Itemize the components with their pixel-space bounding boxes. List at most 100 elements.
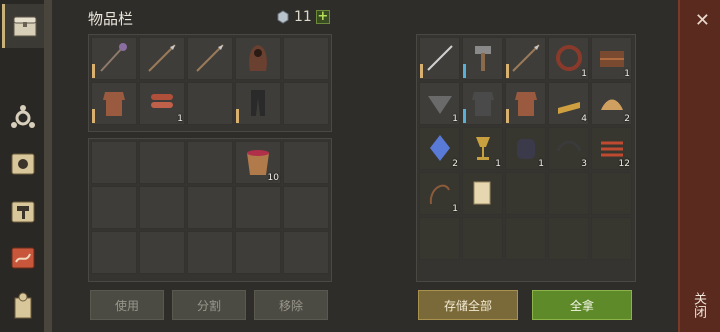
inventory-slot-ribs[interactable]: 12 [591, 127, 632, 170]
tab-chest[interactable] [2, 4, 44, 48]
currency-count: 11 [294, 9, 312, 25]
sword-icon [427, 45, 453, 71]
empty-slot[interactable] [283, 231, 329, 274]
inventory-slot-goblet[interactable]: 1 [462, 127, 503, 170]
empty-slot[interactable] [187, 231, 233, 274]
remove-button[interactable]: 移除 [254, 290, 328, 320]
add-currency-button[interactable]: + [315, 10, 330, 24]
inventory-slot-chest-trap[interactable]: 1 [591, 37, 632, 80]
take-all-button[interactable]: 全拿 [532, 290, 632, 320]
empty-slot[interactable] [591, 217, 632, 260]
empty-slot[interactable] [139, 186, 185, 229]
inventory-slot-crossbow[interactable]: 1 [419, 82, 460, 125]
inventory-slot-leather-armor[interactable] [91, 82, 137, 125]
split-button[interactable]: 分割 [172, 290, 246, 320]
empty-slot[interactable] [548, 172, 589, 215]
empty-slot[interactable] [187, 186, 233, 229]
spear-icon [196, 44, 224, 72]
close-icon[interactable]: ✕ [695, 10, 710, 31]
empty-slot[interactable] [91, 186, 137, 229]
empty-slot[interactable] [548, 217, 589, 260]
durability-bar [92, 109, 95, 123]
inventory-slot-hammer[interactable] [462, 37, 503, 80]
inventory-slot-bucket[interactable]: 10 [235, 141, 281, 184]
tab-knowledge[interactable] [2, 142, 44, 186]
durability-bar [506, 109, 509, 123]
use-button[interactable]: 使用 [90, 290, 164, 320]
inventory-slot-rope[interactable]: 3 [548, 127, 589, 170]
item-quantity: 1 [177, 114, 183, 124]
inventory-storage-panel: 10 [88, 138, 332, 282]
close-label: 关闭 [691, 292, 706, 318]
leather-pants-icon [251, 90, 265, 116]
coin-icon [277, 10, 289, 24]
store-all-button[interactable]: 存储全部 [418, 290, 518, 320]
sun-book-icon [11, 153, 35, 175]
tab-map[interactable] [2, 236, 44, 280]
inventory-title: 物品栏 [88, 10, 134, 28]
empty-slot[interactable] [419, 217, 460, 260]
inventory-screen: 物品栏 11 + 1 10 使用 分割 移除 1 1 1 4 2 2 1 1 3 12 1 存储全部… [0, 0, 720, 332]
empty-slot[interactable] [283, 37, 329, 80]
empty-slot[interactable] [283, 82, 329, 125]
item-quantity: 2 [624, 114, 630, 124]
building-icon [14, 292, 32, 319]
chainmail-icon [472, 92, 494, 116]
tab-building[interactable] [2, 190, 44, 234]
currency-counter: 11 + [276, 9, 330, 25]
empty-slot[interactable] [139, 141, 185, 184]
item-quantity: 10 [267, 173, 279, 183]
chest-grid: 1 1 1 4 2 2 1 1 3 12 1 [419, 37, 632, 260]
leather-strips-icon [151, 94, 173, 108]
inventory-slot-leather-pants[interactable] [235, 82, 281, 125]
inventory-slot-mace[interactable] [91, 37, 137, 80]
inventory-slot-whip[interactable]: 1 [419, 172, 460, 215]
tab-crafting[interactable] [2, 96, 44, 140]
empty-slot[interactable] [235, 231, 281, 274]
empty-slot[interactable] [91, 231, 137, 274]
inventory-slot-bar[interactable]: 4 [548, 82, 589, 125]
empty-slot[interactable] [91, 141, 137, 184]
empty-slot[interactable] [591, 172, 632, 215]
inventory-slot-crystal[interactable]: 2 [419, 127, 460, 170]
inventory-slot-scroll[interactable] [462, 172, 503, 215]
empty-slot[interactable] [139, 231, 185, 274]
spear-icon [512, 44, 540, 72]
empty-slot[interactable] [283, 141, 329, 184]
inventory-slot-herb[interactable]: 2 [591, 82, 632, 125]
hammer-map-icon [11, 201, 35, 223]
durability-bar [463, 109, 466, 123]
inventory-grid: 1 [91, 37, 329, 125]
inventory-slot-hooded-cloak[interactable] [235, 37, 281, 80]
scroll-icon [473, 181, 491, 205]
inventory-slot-leather-strips[interactable]: 1 [139, 82, 185, 125]
empty-slot[interactable] [462, 217, 503, 260]
inventory-slot-chainmail[interactable] [462, 82, 503, 125]
scroll-map-icon [11, 247, 35, 269]
leather-armor-icon [103, 92, 125, 116]
inventory-slot-sword[interactable] [419, 37, 460, 80]
leather-armor-icon [515, 92, 537, 116]
inventory-slot-gloves[interactable]: 1 [505, 127, 546, 170]
tab-structures[interactable] [2, 284, 44, 328]
inventory-slot-leather-armor[interactable] [505, 82, 546, 125]
item-quantity: 1 [581, 69, 587, 79]
empty-slot[interactable] [283, 186, 329, 229]
empty-slot[interactable] [187, 82, 233, 125]
chest-panel: 1 1 1 4 2 2 1 1 3 12 1 [416, 34, 636, 282]
inventory-slot-spear[interactable] [187, 37, 233, 80]
inventory-slot-collar[interactable]: 1 [548, 37, 589, 80]
durability-bar [463, 64, 466, 78]
inventory-storage-grid: 10 [91, 141, 329, 274]
empty-slot[interactable] [505, 172, 546, 215]
inventory-slot-spear[interactable] [505, 37, 546, 80]
item-quantity: 1 [538, 159, 544, 169]
empty-slot[interactable] [235, 186, 281, 229]
empty-slot[interactable] [505, 217, 546, 260]
close-bar[interactable]: ✕ 关闭 [678, 0, 720, 332]
empty-slot[interactable] [187, 141, 233, 184]
inventory-slot-spear[interactable] [139, 37, 185, 80]
durability-bar [92, 64, 95, 78]
inventory-panel: 1 [88, 34, 332, 132]
crafting-icon [11, 105, 35, 128]
